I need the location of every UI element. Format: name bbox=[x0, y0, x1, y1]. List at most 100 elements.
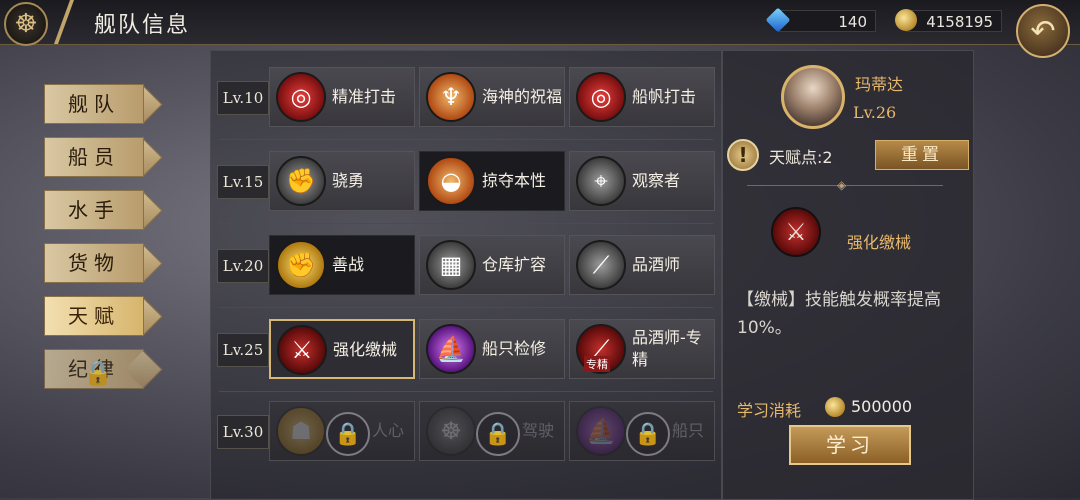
captain-avatar[interactable] bbox=[781, 65, 845, 129]
sidebar-item-label: 船员 bbox=[68, 145, 120, 169]
reset-button[interactable]: 重置 bbox=[875, 140, 969, 170]
sidebar-item-label: 货物 bbox=[68, 251, 120, 275]
talent-skill-locked-ships[interactable]: ⛵ 船只 🔒 bbox=[569, 401, 715, 461]
talent-grid: Lv.10 ◎ 精准打击 ♆ 海神的祝福 ◎ 船帆打击 Lv.15 ✊ 骁勇 ◒… bbox=[210, 50, 722, 500]
lock-icon: 🔒 bbox=[626, 412, 670, 456]
cost-label: 学习消耗 bbox=[737, 401, 802, 420]
wine-bottle-icon: ⟋ bbox=[576, 240, 626, 290]
row-divider bbox=[219, 307, 713, 308]
telescope-icon: ⌖ bbox=[576, 156, 626, 206]
gem-value: 140 bbox=[838, 13, 867, 31]
golden-fist-icon: ✊ bbox=[276, 240, 326, 290]
skill-name: 善战 bbox=[332, 255, 365, 274]
skill-name: 精准打击 bbox=[332, 87, 397, 106]
title-divider bbox=[53, 0, 75, 44]
level-label: Lv.10 bbox=[217, 81, 269, 115]
sidebar: 舰队 船员 水手 货物 天赋 纪律 🔒 bbox=[44, 84, 144, 402]
storage-crates-icon: ▦ bbox=[426, 240, 476, 290]
sidebar-item-label: 天赋 bbox=[68, 304, 120, 328]
talent-skill-enhanced-disarm[interactable]: ⚔ 强化缴械 bbox=[269, 319, 415, 379]
back-arrow-icon: ↶ bbox=[1030, 13, 1056, 49]
plunder-bowl-icon: ◒ bbox=[426, 156, 476, 206]
gold-value: 4158195 bbox=[926, 13, 993, 31]
row-divider bbox=[219, 391, 713, 392]
gem-icon bbox=[765, 7, 791, 33]
lock-icon: 🔒 bbox=[326, 412, 370, 456]
gem-counter: 140 bbox=[765, 7, 876, 33]
skill-description: 【缴械】技能触发概率提高10%。 bbox=[737, 290, 941, 338]
skill-name: 强化缴械 bbox=[333, 340, 398, 359]
talent-row: Lv.30 ☗ 人心 🔒 ☸ 驾驶 🔒 ⛵ 船只 🔒 bbox=[217, 401, 717, 463]
gold-counter: 4158195 bbox=[895, 9, 1002, 32]
figure-icon: ☗ bbox=[276, 406, 326, 456]
row-divider bbox=[219, 139, 713, 140]
sidebar-item-label: 舰队 bbox=[68, 92, 120, 116]
sidebar-item-crew[interactable]: 船员 bbox=[44, 137, 144, 177]
level-label: Lv.25 bbox=[217, 333, 269, 367]
mastery-tag: 专精 bbox=[584, 356, 610, 372]
talent-row: Lv.20 ✊ 善战 ▦ 仓库扩容 ⟋ 品酒师 bbox=[217, 235, 717, 297]
skill-name: 船只检修 bbox=[482, 339, 547, 358]
talent-skill-sommelier-mastery[interactable]: ⟋ 专精 品酒师-专精 bbox=[569, 319, 715, 379]
sidebar-item-discipline[interactable]: 纪律 🔒 bbox=[44, 349, 144, 389]
talent-skill-poseidon-blessing[interactable]: ♆ 海神的祝福 bbox=[419, 67, 565, 127]
talent-points: 天赋点:2 bbox=[769, 148, 833, 167]
talent-row: Lv.25 ⚔ 强化缴械 ⛵ 船只检修 ⟋ 专精 品酒师-专精 bbox=[217, 319, 717, 381]
talent-skill-locked-piloting[interactable]: ☸ 驾驶 🔒 bbox=[419, 401, 565, 461]
top-bar: ☸ 舰队信息 140 4158195 bbox=[0, 0, 1080, 46]
exclamation-icon: ! bbox=[727, 139, 759, 171]
talent-skill-locked-hearts[interactable]: ☗ 人心 🔒 bbox=[269, 401, 415, 461]
talent-skill-sommelier[interactable]: ⟋ 品酒师 bbox=[569, 235, 715, 295]
ship-repair-icon: ⛵ bbox=[426, 324, 476, 374]
row-divider bbox=[219, 223, 713, 224]
disarm-blade-icon: ⚔ bbox=[277, 325, 327, 375]
gold-coin-icon bbox=[825, 397, 845, 417]
lock-icon: 🔒 bbox=[83, 359, 113, 387]
skill-name: 掠夺本性 bbox=[482, 171, 547, 190]
skill-name: 船帆打击 bbox=[632, 87, 697, 106]
ship-wheel-icon: ☸ bbox=[426, 406, 476, 456]
sidebar-item-label: 水手 bbox=[68, 198, 120, 222]
talent-detail-panel: 玛蒂达 Lv.26 ! 天赋点:2 重置 ◈ ⚔ 强化缴械 【缴械】技能触发概率… bbox=[722, 50, 974, 500]
talent-skill-precision-strike[interactable]: ◎ 精准打击 bbox=[269, 67, 415, 127]
lock-icon: 🔒 bbox=[476, 412, 520, 456]
captain-name: 玛蒂达 bbox=[855, 75, 904, 94]
talent-skill-observer[interactable]: ⌖ 观察者 bbox=[569, 151, 715, 211]
raised-fist-icon: ✊ bbox=[276, 156, 326, 206]
page-title: 舰队信息 bbox=[94, 13, 191, 38]
skill-name: 骁勇 bbox=[332, 171, 365, 190]
skill-name: 观察者 bbox=[632, 171, 681, 190]
talent-skill-storage-expansion[interactable]: ▦ 仓库扩容 bbox=[419, 235, 565, 295]
skill-name: 品酒师 bbox=[632, 255, 681, 274]
level-label: Lv.30 bbox=[217, 415, 269, 449]
sail-target-icon: ◎ bbox=[576, 72, 626, 122]
ornament-icon: ◈ bbox=[837, 178, 847, 192]
crosshair-target-icon: ◎ bbox=[276, 72, 326, 122]
skill-name: 品酒师-专精 bbox=[632, 328, 702, 369]
cost-value: 500000 bbox=[851, 397, 913, 416]
talent-row: Lv.15 ✊ 骁勇 ◒ 掠夺本性 ⌖ 观察者 bbox=[217, 151, 717, 213]
sidebar-item-talent[interactable]: 天赋 bbox=[44, 296, 144, 336]
talent-row: Lv.10 ◎ 精准打击 ♆ 海神的祝福 ◎ 船帆打击 bbox=[217, 67, 717, 129]
sidebar-item-sailors[interactable]: 水手 bbox=[44, 190, 144, 230]
poseidon-blessing-icon: ♆ bbox=[426, 72, 476, 122]
selected-skill-name: 强化缴械 bbox=[847, 233, 912, 252]
captain-level: Lv.26 bbox=[853, 103, 897, 122]
disarm-blade-icon: ⚔ bbox=[771, 207, 821, 257]
talent-skill-warfare[interactable]: ✊ 善战 bbox=[269, 235, 415, 295]
talent-skill-valor[interactable]: ✊ 骁勇 bbox=[269, 151, 415, 211]
gold-coin-icon bbox=[895, 9, 917, 31]
sidebar-item-fleet[interactable]: 舰队 bbox=[44, 84, 144, 124]
ship-wheel-icon[interactable]: ☸ bbox=[4, 2, 48, 46]
back-button[interactable]: ↶ bbox=[1016, 4, 1070, 58]
talent-skill-ship-repair[interactable]: ⛵ 船只检修 bbox=[419, 319, 565, 379]
skill-name: 仓库扩容 bbox=[482, 255, 547, 274]
ship-icon: ⛵ bbox=[576, 406, 626, 456]
sidebar-item-cargo[interactable]: 货物 bbox=[44, 243, 144, 283]
talent-skill-plunder-nature[interactable]: ◒ 掠夺本性 bbox=[419, 151, 565, 211]
skill-name: 海神的祝福 bbox=[482, 87, 563, 106]
learn-button[interactable]: 学习 bbox=[789, 425, 911, 465]
talent-skill-sail-strike[interactable]: ◎ 船帆打击 bbox=[569, 67, 715, 127]
level-label: Lv.20 bbox=[217, 249, 269, 283]
level-label: Lv.15 bbox=[217, 165, 269, 199]
